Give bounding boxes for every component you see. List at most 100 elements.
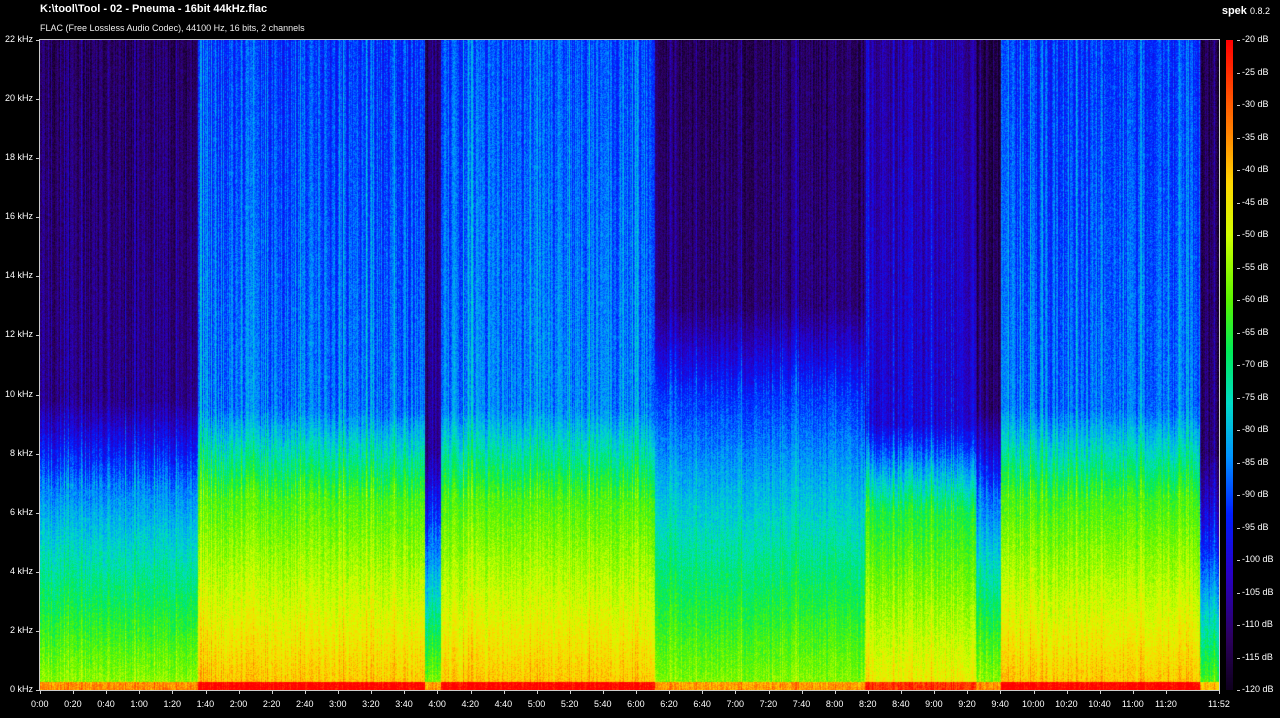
colorbar-tick (1237, 235, 1240, 236)
x-tick-label: 3:40 (395, 699, 413, 709)
x-tick-label: 8:20 (858, 699, 877, 709)
colorbar-tick (1237, 40, 1240, 41)
spectrogram-plot (39, 39, 1220, 691)
x-tick (172, 690, 174, 694)
colorbar-tick (1237, 332, 1240, 334)
app-name: spek (1221, 5, 1247, 17)
x-tick (801, 690, 803, 694)
colorbar-label: -45 dB (1242, 196, 1269, 207)
x-tick-label: 2:20 (262, 699, 281, 709)
x-tick-label: 11:52 (1208, 699, 1230, 709)
x-tick (1166, 690, 1167, 694)
spectrogram-canvas (40, 40, 1219, 690)
x-tick-label: 5:20 (560, 699, 579, 709)
x-tick-label: 9:00 (925, 699, 943, 709)
colorbar-tick (1237, 397, 1240, 399)
colorbar-tick (1237, 105, 1240, 106)
y-tick (36, 335, 40, 337)
y-tick-label: 6 kHz (10, 506, 34, 517)
x-tick-label: 0:40 (97, 699, 115, 709)
x-tick-label: 10:00 (1022, 699, 1045, 709)
x-tick (470, 690, 472, 694)
x-tick-label: 6:20 (660, 699, 678, 709)
x-tick (503, 690, 505, 694)
x-tick-label: 1:40 (196, 699, 215, 709)
colorbar-label: -105 dB (1242, 586, 1274, 597)
x-tick-label: 11:20 (1155, 699, 1177, 709)
colorbar-label: -110 dB (1242, 619, 1273, 629)
x-tick (768, 690, 770, 694)
colorbar-tick (1237, 72, 1240, 74)
colorbar-label: -75 dB (1242, 391, 1269, 402)
colorbar-tick (1237, 657, 1240, 659)
y-tick-label: 2 kHz (10, 624, 34, 635)
x-tick-label: 8:40 (892, 699, 910, 709)
colorbar-tick (1237, 202, 1240, 204)
y-tick (36, 512, 40, 514)
x-tick (437, 690, 439, 694)
x-tick (40, 690, 41, 694)
colorbar-label: -90 dB (1242, 489, 1269, 499)
x-tick (1219, 690, 1220, 694)
x-tick (669, 690, 671, 694)
x-tick (304, 690, 306, 694)
x-tick (338, 690, 340, 694)
file-title: K:\tool\Tool - 02 - Pneuma - 16bit 44kHz… (40, 3, 268, 15)
x-tick-label: 3:00 (329, 699, 347, 709)
colorbar-tick (1237, 170, 1240, 171)
x-tick-label: 4:20 (461, 699, 480, 709)
y-tick-label: 20 kHz (5, 93, 34, 104)
colorbar-tick (1237, 560, 1240, 561)
x-tick (901, 690, 903, 694)
colorbar-label: -85 dB (1242, 456, 1269, 467)
x-tick-label: 2:00 (229, 699, 248, 709)
colorbar-label: -50 dB (1242, 229, 1269, 239)
y-tick (36, 571, 40, 573)
y-tick (36, 99, 40, 101)
x-tick (205, 690, 207, 694)
x-tick-label: 7:40 (792, 699, 811, 709)
y-tick-label: 14 kHz (5, 270, 34, 281)
y-tick-label: 4 kHz (10, 565, 34, 576)
y-tick-label: 0 kHz (10, 684, 34, 694)
colorbar-label: -70 dB (1242, 359, 1269, 369)
x-tick (834, 690, 836, 694)
x-tick-label: 10:40 (1088, 699, 1111, 709)
colorbar-tick (1237, 430, 1240, 431)
x-tick (1099, 690, 1101, 694)
colorbar-label: -80 dB (1242, 424, 1269, 434)
x-tick-label: 4:40 (494, 699, 513, 709)
y-tick (36, 276, 40, 278)
x-tick (569, 690, 571, 694)
x-tick (1066, 690, 1068, 694)
x-tick (702, 690, 704, 694)
x-tick (106, 690, 108, 694)
colorbar-label: -115 dB (1242, 651, 1273, 662)
x-tick-label: 6:00 (627, 699, 645, 709)
colorbar-tick (1237, 495, 1240, 496)
y-tick-label: 22 kHz (5, 34, 34, 44)
x-tick (371, 690, 373, 694)
colorbar-label: -120 dB (1242, 684, 1274, 694)
y-tick (36, 40, 40, 41)
colorbar-label: -65 dB (1242, 326, 1269, 337)
colorbar-label: -60 dB (1242, 294, 1269, 304)
y-tick-label: 10 kHz (5, 388, 34, 399)
x-tick (934, 690, 936, 694)
x-tick-label: 4:00 (428, 699, 446, 709)
colorbar-tick (1237, 137, 1240, 139)
colorbar-tick (1237, 365, 1240, 366)
y-tick-label: 8 kHz (10, 447, 34, 458)
x-tick-label: 7:00 (726, 699, 744, 709)
x-tick-label: 6:40 (693, 699, 711, 709)
y-tick (36, 630, 40, 632)
colorbar-tick (1237, 690, 1240, 691)
colorbar (1226, 40, 1233, 690)
colorbar-tick (1237, 592, 1240, 594)
colorbar-label: -35 dB (1242, 131, 1269, 142)
x-tick (603, 690, 604, 694)
x-tick-label: 0:00 (31, 699, 49, 709)
colorbar-label: -40 dB (1242, 164, 1269, 174)
colorbar-label: -55 dB (1242, 261, 1269, 272)
colorbar-tick (1237, 527, 1240, 529)
